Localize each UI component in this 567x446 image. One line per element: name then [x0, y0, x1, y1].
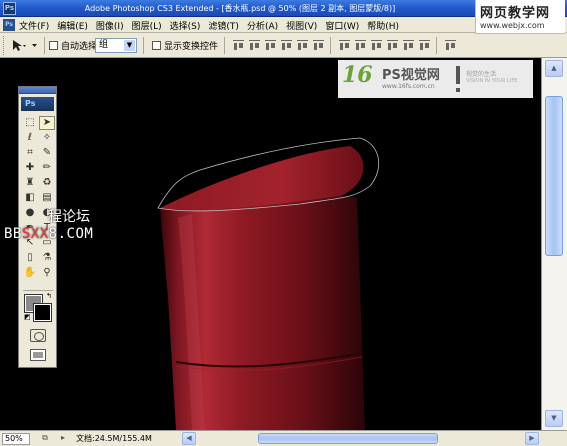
hand-tool-icon[interactable]: ✋ — [22, 266, 38, 280]
distribute-vcenter-icon[interactable] — [354, 39, 367, 52]
brush-tool-icon[interactable]: ✏ — [39, 161, 55, 175]
menu-item[interactable]: 图层(L) — [132, 19, 162, 32]
scroll-up-button[interactable]: ▲ — [545, 60, 563, 77]
exclamation-icon — [456, 66, 460, 92]
tool-preset-picker[interactable] — [10, 38, 40, 53]
healing-brush-icon[interactable]: ✚ — [22, 161, 38, 175]
document-canvas[interactable] — [0, 58, 541, 430]
logo-number: 16 — [342, 62, 373, 88]
chevron-down-icon: ▼ — [124, 40, 135, 51]
default-colors-icon[interactable]: ◩ — [24, 314, 32, 322]
lasso-tool-icon[interactable]: ℓ — [22, 131, 38, 145]
align-top-icon[interactable] — [232, 39, 245, 52]
distribute-right-icon[interactable] — [418, 39, 431, 52]
slice-tool-icon[interactable]: ✎ — [39, 146, 55, 160]
separator — [436, 37, 437, 54]
status-menu-icon[interactable]: ▸ — [56, 433, 70, 445]
menu-item[interactable]: 文件(F) — [19, 19, 49, 32]
background-color-swatch[interactable] — [33, 303, 52, 322]
auto-select-checkbox[interactable] — [49, 41, 58, 50]
menu-item[interactable]: 分析(A) — [247, 19, 278, 32]
document-size: 文档:24.5M/155.4M — [76, 434, 152, 443]
history-brush-icon[interactable]: ♻ — [39, 176, 55, 190]
notes-tool-icon[interactable]: ▯ — [22, 251, 38, 265]
blur-tool-icon[interactable]: ● — [22, 206, 38, 220]
distribute-hcenter-icon[interactable] — [402, 39, 415, 52]
menu-item[interactable]: 视图(V) — [286, 19, 317, 32]
divider — [23, 290, 53, 291]
ps-vision-logo: 16 PS视觉网 www.16fs.com.cn 视觉的生活 VISION IN… — [338, 60, 533, 98]
tools-panel-header[interactable] — [19, 87, 56, 94]
menu-item[interactable]: 帮助(H) — [367, 19, 399, 32]
document-icon[interactable]: Ps — [3, 19, 15, 31]
site-watermark: 网页教学网 www.webjx.com — [475, 0, 565, 34]
auto-align-icon[interactable] — [444, 39, 457, 52]
distribute-bottom-icon[interactable] — [370, 39, 383, 52]
auto-select-dropdown[interactable]: 组 ▼ — [95, 38, 137, 53]
window-title: Adobe Photoshop CS3 Extended - [香水瓶.psd … — [84, 4, 396, 13]
options-bar: 自动选择: 组 ▼ 显示变换控件 — [0, 33, 567, 58]
separator — [44, 37, 45, 54]
screen-mode-icon[interactable] — [30, 349, 46, 361]
quick-mask-icon[interactable] — [30, 329, 46, 342]
ps-logo[interactable]: Ps — [21, 97, 54, 111]
bottle-artwork — [157, 137, 379, 430]
swap-colors-icon[interactable]: ↰ — [46, 292, 52, 300]
eraser-tool-icon[interactable]: ◧ — [22, 191, 38, 205]
scroll-right-button[interactable]: ▶ — [525, 432, 539, 445]
show-transform-label: 显示变换控件 — [164, 42, 219, 52]
eyedropper-tool-icon[interactable]: ⚗ — [39, 251, 55, 265]
align-hcenter-icon[interactable] — [296, 39, 309, 52]
logo-url: www.16fs.com.cn — [382, 83, 435, 90]
marquee-tool-icon[interactable]: ⬚ — [22, 116, 38, 130]
align-right-icon[interactable] — [312, 39, 325, 52]
menu-item[interactable]: 选择(S) — [170, 19, 201, 32]
status-info-icon[interactable]: ⧉ — [38, 433, 52, 445]
move-tool-icon — [13, 40, 37, 51]
options-grip[interactable] — [3, 36, 6, 55]
scroll-left-button[interactable]: ◀ — [182, 432, 196, 445]
forum-watermark-url: BBSXX8.COM — [4, 226, 94, 242]
status-bar: 50% ⧉ ▸ 文档:24.5M/155.4M ◀ ▶ — [0, 430, 567, 446]
separator — [330, 37, 331, 54]
menu-item[interactable]: 窗口(W) — [325, 19, 359, 32]
show-transform-checkbox[interactable] — [152, 41, 161, 50]
menu-item[interactable]: 图像(I) — [96, 19, 124, 32]
separator — [224, 37, 225, 54]
menu-item[interactable]: 滤镜(T) — [208, 19, 239, 32]
forum-watermark-text: 程论坛 — [48, 209, 90, 225]
crop-tool-icon[interactable]: ⌗ — [22, 146, 38, 160]
align-bottom-icon[interactable] — [264, 39, 277, 52]
magic-wand-icon[interactable]: ✧ — [39, 131, 55, 145]
scroll-down-button[interactable]: ▼ — [545, 410, 563, 427]
logo-tagline-en: VISION IN YOUR LIFE — [466, 78, 518, 84]
distribute-top-icon[interactable] — [338, 39, 351, 52]
separator — [143, 37, 144, 54]
watermark-url: www.webjx.com — [480, 21, 545, 30]
vertical-scrollbar[interactable]: ▲ ▼ — [541, 58, 567, 430]
zoom-tool-icon[interactable]: ⚲ — [39, 266, 55, 280]
logo-tagline: 视觉的生活 — [466, 71, 497, 78]
distribute-left-icon[interactable] — [386, 39, 399, 52]
move-tool-icon[interactable]: ➤ — [39, 116, 55, 130]
logo-name: PS视觉网 — [382, 68, 440, 83]
align-left-icon[interactable] — [280, 39, 293, 52]
vertical-scroll-thumb[interactable] — [545, 96, 563, 256]
horizontal-scroll-thumb[interactable] — [258, 433, 438, 444]
align-vcenter-icon[interactable] — [248, 39, 261, 52]
menu-item[interactable]: 编辑(E) — [57, 19, 88, 32]
auto-select-value: 组 — [99, 40, 109, 50]
clone-stamp-icon[interactable]: ♜ — [22, 176, 38, 190]
zoom-level-field[interactable]: 50% — [2, 433, 30, 445]
watermark-title: 网页教学网 — [480, 6, 551, 21]
gradient-tool-icon[interactable]: ▤ — [39, 191, 55, 205]
